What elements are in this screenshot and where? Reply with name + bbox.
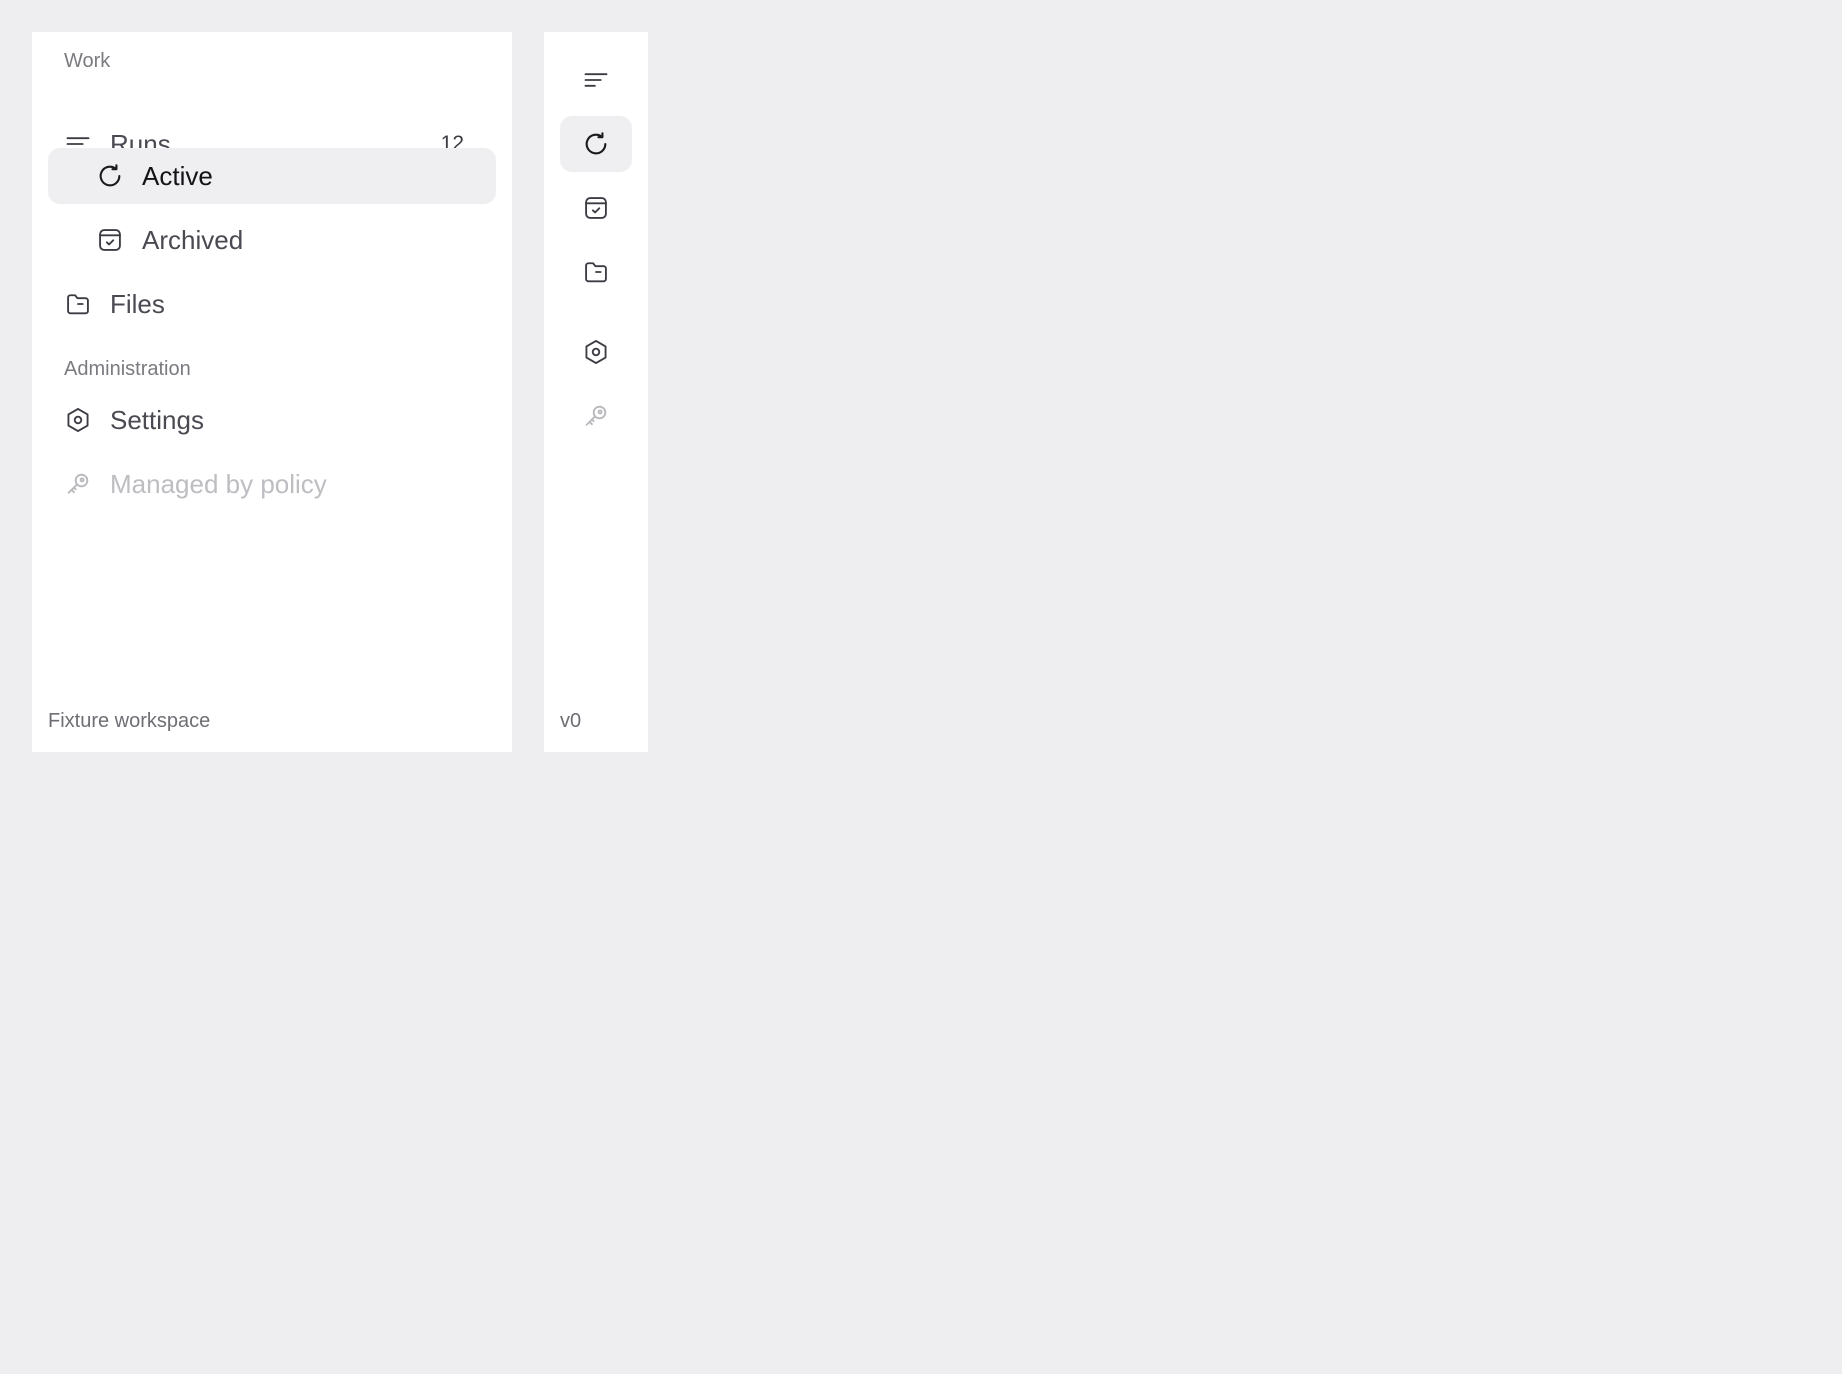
sidebar-item-managed-by-policy: Managed by policy bbox=[48, 456, 496, 512]
sidebar-expanded: Work Runs 12 Active Archived Files Admin… bbox=[32, 32, 512, 752]
rail-item-settings[interactable] bbox=[560, 324, 632, 380]
sidebar-item-label: Managed by policy bbox=[110, 468, 327, 499]
rail-item-managed-by-policy bbox=[560, 388, 632, 444]
sidebar-collapsed-rail: v0 bbox=[544, 32, 648, 752]
sidebar-item-archived[interactable]: Archived bbox=[48, 212, 496, 268]
sidebar-item-active[interactable]: Active bbox=[48, 148, 496, 204]
section-label-work: Work bbox=[64, 50, 111, 72]
sidebar-item-label: Archived bbox=[142, 224, 244, 255]
rail-item-active[interactable] bbox=[560, 116, 632, 172]
sidebar-item-label: Active bbox=[142, 160, 213, 191]
sidebar-item-files[interactable]: Files bbox=[48, 276, 496, 332]
key-icon bbox=[585, 405, 607, 426]
sidebar-item-settings[interactable]: Settings bbox=[48, 392, 496, 448]
refresh-icon bbox=[585, 132, 607, 155]
archive-check-icon bbox=[96, 226, 124, 254]
sidebar-item-label: Files bbox=[110, 288, 165, 319]
rail-item-files[interactable] bbox=[560, 244, 632, 300]
archive-check-icon bbox=[585, 197, 607, 219]
hexagon-settings-icon bbox=[64, 406, 92, 434]
list-filter-icon bbox=[584, 73, 608, 87]
sidebar-item-label: Settings bbox=[110, 404, 204, 435]
version-label: v0 bbox=[560, 710, 582, 732]
folder-icon bbox=[585, 262, 607, 283]
rail-item-runs[interactable] bbox=[560, 52, 632, 108]
hexagon-settings-icon bbox=[585, 339, 607, 365]
workspace-name: Fixture workspace bbox=[48, 710, 211, 732]
refresh-icon bbox=[96, 162, 124, 190]
folder-icon bbox=[64, 290, 92, 318]
section-label-administration: Administration bbox=[64, 358, 191, 380]
rail-item-archived[interactable] bbox=[560, 180, 632, 236]
key-icon bbox=[64, 470, 92, 498]
